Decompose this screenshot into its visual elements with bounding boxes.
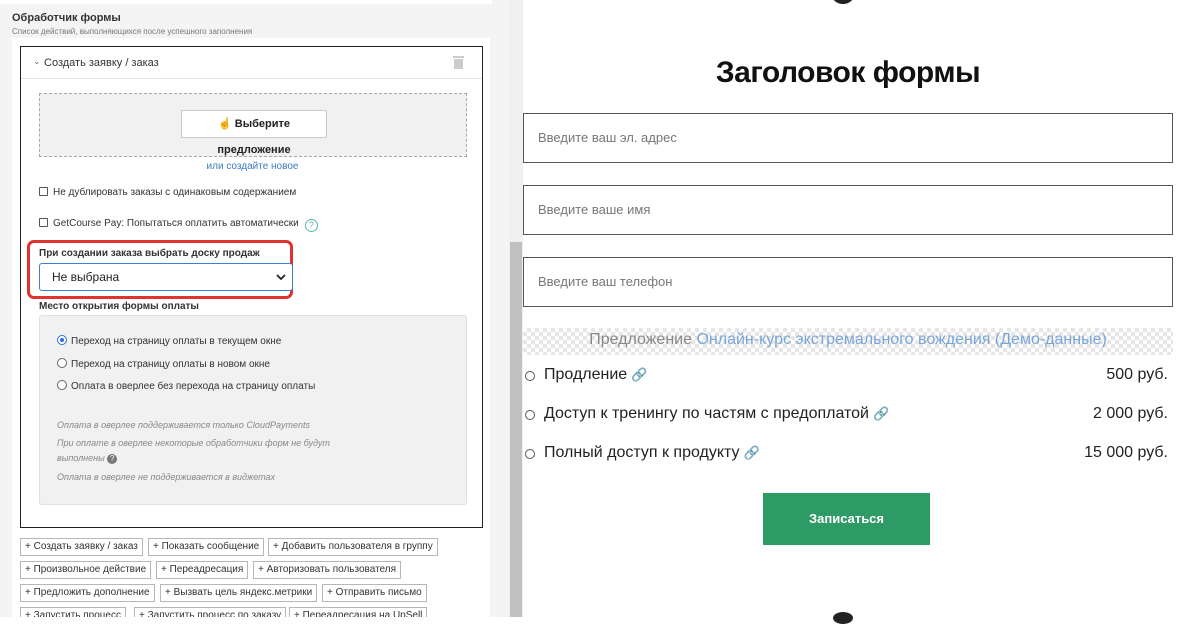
create-new-offer-link[interactable]: или создайте новое bbox=[21, 161, 484, 172]
no-duplicate-checkbox[interactable] bbox=[39, 187, 48, 196]
select-arrow-icon bbox=[276, 274, 286, 281]
offer-prefix: Предложение bbox=[589, 331, 692, 348]
add-send-email-button[interactable]: + Отправить письмо bbox=[322, 584, 427, 602]
product-price: 2 000 руб. bbox=[1093, 405, 1168, 422]
product-radio[interactable] bbox=[525, 410, 535, 420]
add-start-process-button[interactable]: + Запустить процесс bbox=[20, 607, 126, 617]
add-redirect-button[interactable]: + Переадресация bbox=[156, 561, 249, 579]
name-field[interactable]: Введите ваше имя bbox=[523, 185, 1173, 235]
add-offer-addon-button[interactable]: + Предложить дополнение bbox=[20, 584, 155, 602]
product-name: Доступ к тренингу по частям с предоплато… bbox=[544, 405, 869, 422]
form-title: Заголовок формы bbox=[715, 56, 981, 89]
handler-title: Создать заявку / заказ bbox=[44, 57, 159, 69]
add-custom-action-button[interactable]: + Произвольное действие bbox=[20, 561, 152, 579]
product-price: 500 руб. bbox=[1106, 366, 1168, 383]
offer-heading: Предложение Онлайн-курс экстремального в… bbox=[523, 331, 1173, 349]
chevron-down-icon[interactable]: ⌄ bbox=[33, 56, 41, 67]
panel-top-strip bbox=[0, 0, 492, 4]
product-option[interactable]: Доступ к тренингу по частям с предоплато… bbox=[523, 405, 1168, 427]
product-name: Продление bbox=[544, 366, 628, 383]
payment-place-label: Место открытия формы оплаты bbox=[39, 301, 199, 312]
radio-overlay[interactable] bbox=[57, 380, 67, 390]
add-authorize-user-button[interactable]: + Авторизовать пользователя bbox=[253, 561, 402, 579]
link-icon[interactable]: 🔗 bbox=[873, 406, 889, 422]
add-create-order-button[interactable]: + Создать заявку / заказ bbox=[20, 538, 143, 556]
trash-icon[interactable] bbox=[453, 56, 464, 69]
add-user-to-group-button[interactable]: + Добавить пользователя в группу bbox=[268, 538, 438, 556]
radio-current-window[interactable] bbox=[57, 335, 67, 345]
getcourse-pay-checkbox[interactable] bbox=[39, 218, 48, 227]
product-radio[interactable] bbox=[525, 371, 535, 381]
help-icon[interactable]: ? bbox=[107, 454, 118, 464]
overlay-note-handlers: При оплате в оверлее некоторые обработчи… bbox=[57, 436, 377, 466]
no-duplicate-row[interactable]: Не дублировать заказы с одинаковым содер… bbox=[39, 187, 296, 198]
payment-option-label: Переход на страницу оплаты в новом окне bbox=[71, 359, 270, 370]
product-name: Полный доступ к продукту bbox=[544, 444, 740, 461]
phone-field[interactable]: Введите ваш телефон bbox=[523, 257, 1173, 307]
getcourse-pay-row[interactable]: GetCourse Pay: Попытаться оплатить автом… bbox=[39, 218, 318, 232]
getcourse-pay-label: GetCourse Pay: Попытаться оплатить автом… bbox=[53, 218, 299, 229]
add-yandex-goal-button[interactable]: + Вызвать цель яндекс.метрики bbox=[160, 584, 318, 602]
product-radio[interactable] bbox=[525, 449, 535, 459]
offer-dropzone: ☝ Выберите предложение bbox=[39, 93, 467, 157]
overlay-note: Оплата в оверлее поддерживается только C… bbox=[57, 420, 310, 430]
payment-options-box: Переход на страницу оплаты в текущем окн… bbox=[39, 315, 467, 505]
link-icon[interactable]: 🔗 bbox=[631, 367, 647, 383]
payment-option-overlay[interactable]: Оплата в оверлее без перехода на страниц… bbox=[57, 380, 315, 392]
payment-option-current-window[interactable]: Переход на страницу оплаты в текущем окн… bbox=[57, 335, 281, 347]
add-upsell-redirect-button[interactable]: + Переадресация на UpSell bbox=[289, 607, 428, 617]
no-duplicate-label: Не дублировать заказы с одинаковым содер… bbox=[53, 187, 297, 198]
submit-button[interactable]: Записаться bbox=[763, 493, 930, 545]
offer-name-link[interactable]: Онлайн-курс экстремального вождения (Дем… bbox=[696, 331, 1106, 348]
overlay-note-text: При оплате в оверлее некоторые обработчи… bbox=[57, 438, 330, 463]
decorative-dot bbox=[832, 0, 854, 4]
email-field[interactable]: Введите ваш эл. адрес bbox=[523, 113, 1173, 163]
payment-option-label: Переход на страницу оплаты в текущем окн… bbox=[71, 336, 282, 347]
pointer-hand-icon: ☝ bbox=[217, 118, 232, 130]
handler-header[interactable]: ⌄ Создать заявку / заказ bbox=[21, 47, 482, 79]
section-description: Список действий, выполняющихся после усп… bbox=[12, 27, 253, 36]
link-icon[interactable]: 🔗 bbox=[744, 445, 760, 461]
sales-board-value: Не выбрана bbox=[52, 270, 120, 284]
overlay-note-widgets: Оплата в оверлее не поддерживается в вид… bbox=[57, 472, 275, 482]
radio-new-window[interactable] bbox=[57, 358, 67, 368]
payment-option-label: Оплата в оверлее без перехода на страниц… bbox=[71, 381, 316, 392]
select-offer-button[interactable]: ☝ Выберите предложение bbox=[181, 110, 327, 156]
sales-board-select[interactable]: Не выбрана bbox=[39, 263, 293, 291]
add-start-order-process-button[interactable]: + Запустить процесс по заказу bbox=[134, 607, 287, 617]
help-icon[interactable]: ? bbox=[304, 219, 318, 232]
product-price: 15 000 руб. bbox=[1084, 444, 1168, 461]
product-option[interactable]: Продление 🔗 500 руб. bbox=[523, 366, 1168, 388]
panel-scrollbar-thumb[interactable] bbox=[510, 242, 522, 617]
section-title: Обработчик формы bbox=[12, 12, 121, 24]
product-option[interactable]: Полный доступ к продукту 🔗 15 000 руб. bbox=[523, 444, 1168, 466]
payment-option-new-window[interactable]: Переход на страницу оплаты в новом окне bbox=[57, 358, 270, 370]
settings-panel: Обработчик формы Список действий, выполн… bbox=[0, 0, 523, 617]
sales-board-label: При создании заказа выбрать доску продаж bbox=[39, 248, 260, 259]
handler-create-order: ⌄ Создать заявку / заказ ☝ Выберите пред… bbox=[20, 46, 483, 528]
decorative-dot bbox=[833, 612, 853, 624]
add-show-message-button[interactable]: + Показать сообщение bbox=[148, 538, 265, 556]
